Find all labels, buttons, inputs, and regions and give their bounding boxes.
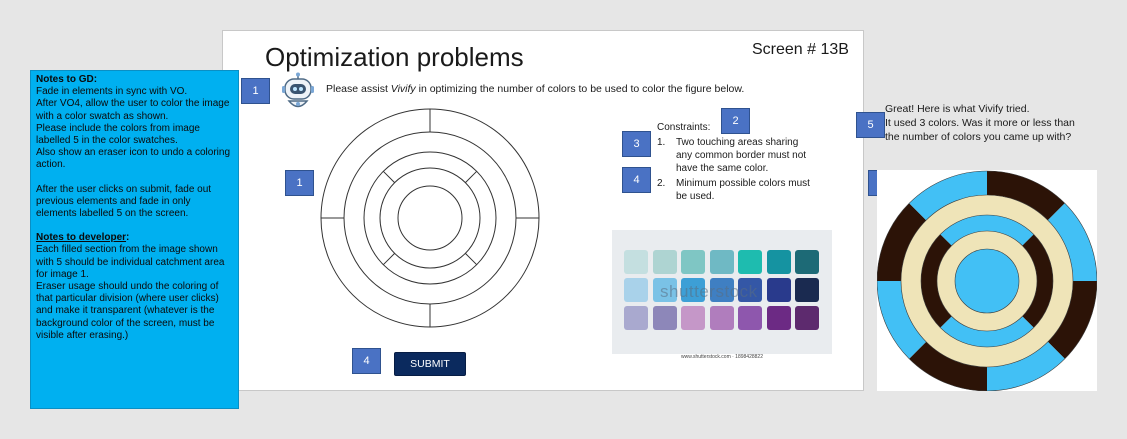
notes-panel: Notes to GD: Fade in elements in sync wi… — [30, 70, 239, 409]
color-swatch[interactable] — [709, 250, 734, 274]
color-swatch[interactable] — [738, 306, 762, 330]
swatch-source-url: www.shutterstock.com · 1898428822 — [681, 354, 763, 360]
result-message: Great! Here is what Vivify tried. It use… — [885, 102, 1075, 144]
color-swatch[interactable] — [766, 306, 791, 330]
color-swatch[interactable] — [795, 306, 819, 330]
color-swatch[interactable] — [624, 278, 648, 302]
notes-dev-heading-line: Notes to developer: — [36, 232, 130, 244]
constraints-heading: Constraints: — [657, 122, 711, 133]
result-line: It used 3 colors. Was it more or less th… — [885, 117, 1075, 129]
notes-dev-heading: Notes to developer — [36, 232, 127, 244]
color-swatch[interactable] — [766, 278, 791, 302]
tag-1-figure: 1 — [285, 170, 314, 196]
color-swatch[interactable] — [652, 250, 677, 274]
mascot-name: Vivify — [390, 83, 416, 95]
tag-1-header: 1 — [241, 78, 270, 104]
color-swatch[interactable] — [652, 306, 677, 330]
color-swatch[interactable] — [681, 306, 705, 330]
robot-mascot-icon — [282, 72, 314, 108]
color-swatch[interactable] — [766, 250, 791, 274]
notes-gd-heading: Notes to GD: — [36, 74, 98, 85]
center-fill — [955, 249, 1019, 313]
color-swatch[interactable] — [709, 306, 734, 330]
result-line: the number of colors you came up with? — [885, 131, 1072, 143]
solution-panel — [876, 170, 1098, 392]
color-swatch[interactable] — [795, 278, 819, 302]
constraint-item: 1. Two touching areas sharing any common … — [657, 137, 807, 174]
notes-gd-line: Also show an eraser icon to undo a color… — [36, 147, 231, 171]
notes-gd-line: Please include the colors from image lab… — [36, 122, 200, 147]
tag-3: 3 — [622, 131, 651, 157]
notes-gd-submit-line: After the user clicks on submit, fade ou… — [36, 183, 212, 220]
color-swatch[interactable] — [738, 250, 762, 274]
notes-dev-line: Eraser usage should undo the coloring of… — [36, 281, 219, 341]
page-title: Optimization problems — [265, 42, 524, 72]
notes-dev-line: Each filled section from the image shown… — [36, 244, 225, 280]
constraint-item: 2. Minimum possible colors must be used. — [657, 178, 810, 202]
swatch-watermark: shutterstock — [660, 282, 758, 301]
notes-gd-line: Fade in elements in sync with VO. — [36, 86, 188, 98]
color-swatch[interactable] — [624, 306, 648, 330]
color-swatch[interactable] — [795, 250, 819, 274]
solution-figure — [876, 170, 1098, 392]
coloring-figure[interactable] — [320, 108, 540, 328]
color-swatch[interactable] — [681, 250, 705, 274]
instruction-text: Please assist Vivify in optimizing the n… — [326, 83, 745, 95]
tag-4-constraints: 4 — [622, 167, 651, 193]
screen-id: Screen # 13B — [752, 41, 849, 58]
notes-gd-line: After VO4, allow the user to color the i… — [36, 98, 230, 122]
constraints-block: Constraints: 1. Two touching areas sharin… — [657, 121, 816, 205]
color-swatch[interactable] — [624, 250, 648, 274]
result-line: Great! Here is what Vivify tried. — [885, 103, 1030, 115]
submit-button[interactable]: SUBMIT — [394, 352, 466, 376]
tag-4-submit: 4 — [352, 348, 381, 374]
center-circle[interactable] — [397, 185, 463, 251]
tag-5-text: 5 — [856, 112, 885, 138]
